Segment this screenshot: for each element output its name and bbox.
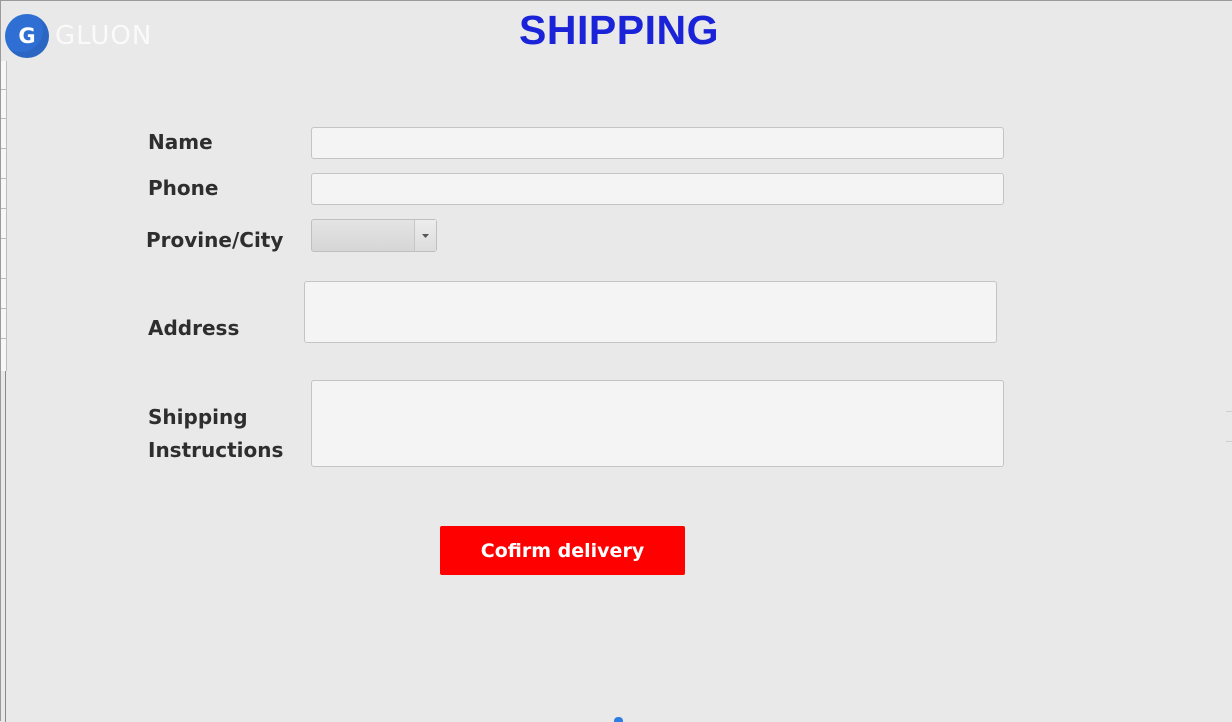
bottom-scroll-indicator: [614, 717, 623, 722]
phone-input[interactable]: [311, 173, 1004, 205]
left-edge-panel: [1, 61, 7, 371]
edge-divider: [1, 308, 6, 309]
edge-divider: [1, 118, 6, 119]
province-city-label: Provine/City: [146, 228, 284, 252]
province-city-dropdown[interactable]: [311, 219, 437, 252]
phone-label: Phone: [148, 176, 219, 200]
edge-divider: [1, 238, 6, 239]
edge-divider: [1, 178, 6, 179]
page-title: SHIPPING: [519, 7, 719, 53]
shipping-instructions-label-line2: Instructions: [148, 438, 284, 462]
name-label: Name: [148, 130, 213, 154]
right-edge-divider: [1226, 441, 1232, 442]
confirm-delivery-button[interactable]: Cofirm delivery: [440, 526, 685, 575]
shipping-instructions-label-line1: Shipping: [148, 405, 248, 429]
name-input[interactable]: [311, 127, 1004, 159]
shipping-window: G GLUON SHIPPING Name Phone Provine/City…: [0, 0, 1232, 722]
edge-divider: [1, 89, 6, 90]
province-city-selected-value: [312, 220, 414, 251]
chevron-down-icon[interactable]: [414, 220, 436, 251]
edge-divider: [1, 208, 6, 209]
right-edge-divider: [1226, 411, 1232, 412]
edge-divider: [1, 148, 6, 149]
shipping-instructions-textarea[interactable]: [311, 380, 1004, 467]
address-textarea[interactable]: [304, 281, 997, 343]
address-label: Address: [148, 316, 240, 340]
edge-divider: [1, 338, 6, 339]
edge-divider: [1, 278, 6, 279]
left-border-line: [5, 371, 6, 722]
